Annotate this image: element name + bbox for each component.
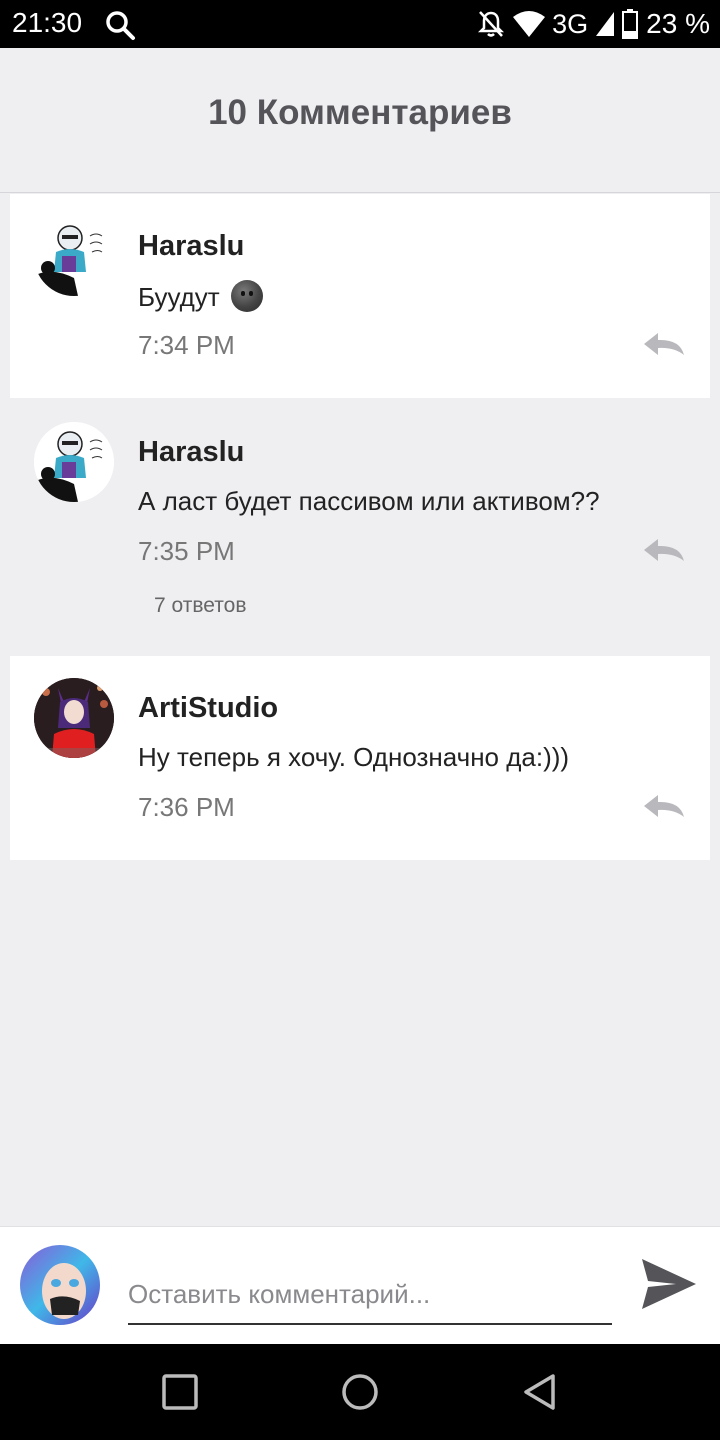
comment-text: А ласт будет пассивом или активом?? [138, 486, 600, 516]
status-bar: 21:30 3G 23 % [0, 0, 720, 48]
navigation-bar [0, 1344, 720, 1440]
comment-item[interactable]: Haraslu А ласт будет пассивом или активо… [10, 400, 710, 650]
wifi-icon [513, 11, 546, 37]
battery-percent: 23 % [646, 8, 710, 39]
view-replies-link[interactable]: 7 ответов [154, 594, 246, 618]
comment-time: 7:36 PM [138, 792, 235, 822]
back-button[interactable] [520, 1372, 560, 1412]
battery-icon [622, 9, 639, 39]
network-type: 3G [552, 8, 589, 39]
avatar-image [34, 678, 114, 758]
avatar[interactable] [20, 1245, 100, 1325]
send-icon[interactable] [640, 1257, 698, 1311]
comment-author[interactable]: ArtiStudio [138, 692, 278, 725]
dark-smiley-emoji [230, 280, 263, 312]
comment-text: Буудут [138, 280, 263, 313]
home-button[interactable] [340, 1372, 380, 1412]
recent-apps-button[interactable] [160, 1372, 200, 1412]
comment-time: 7:34 PM [138, 330, 235, 360]
comment-text: Ну теперь я хочу. Однозначно да:))) [138, 742, 570, 772]
avatar-image [20, 1245, 100, 1325]
signal-icon [596, 12, 615, 36]
page-title: 10 Комментариев [208, 93, 512, 132]
reply-icon[interactable] [642, 331, 686, 359]
search-icon [106, 11, 135, 40]
comment-input[interactable] [128, 1265, 612, 1325]
notifications-off-icon [478, 11, 505, 37]
comment-item[interactable]: Haraslu Буудут 7:34 PM [10, 194, 710, 398]
comment-composer [0, 1226, 720, 1345]
avatar[interactable] [34, 678, 114, 758]
comment-author[interactable]: Haraslu [138, 436, 244, 469]
reply-icon[interactable] [642, 537, 686, 565]
comments-header: 10 Комментариев [0, 48, 720, 193]
reply-icon[interactable] [642, 793, 686, 821]
comment-item[interactable]: ArtiStudio Ну теперь я хочу. Однозначно … [10, 656, 710, 860]
avatar-image [34, 422, 114, 502]
avatar-image [34, 216, 114, 296]
status-icons: 3G 23 % [476, 6, 710, 42]
status-time: 21:30 [12, 7, 83, 38]
avatar[interactable] [34, 216, 114, 296]
comment-time: 7:35 PM [138, 536, 235, 566]
avatar[interactable] [34, 422, 114, 502]
comment-author[interactable]: Haraslu [138, 230, 244, 263]
